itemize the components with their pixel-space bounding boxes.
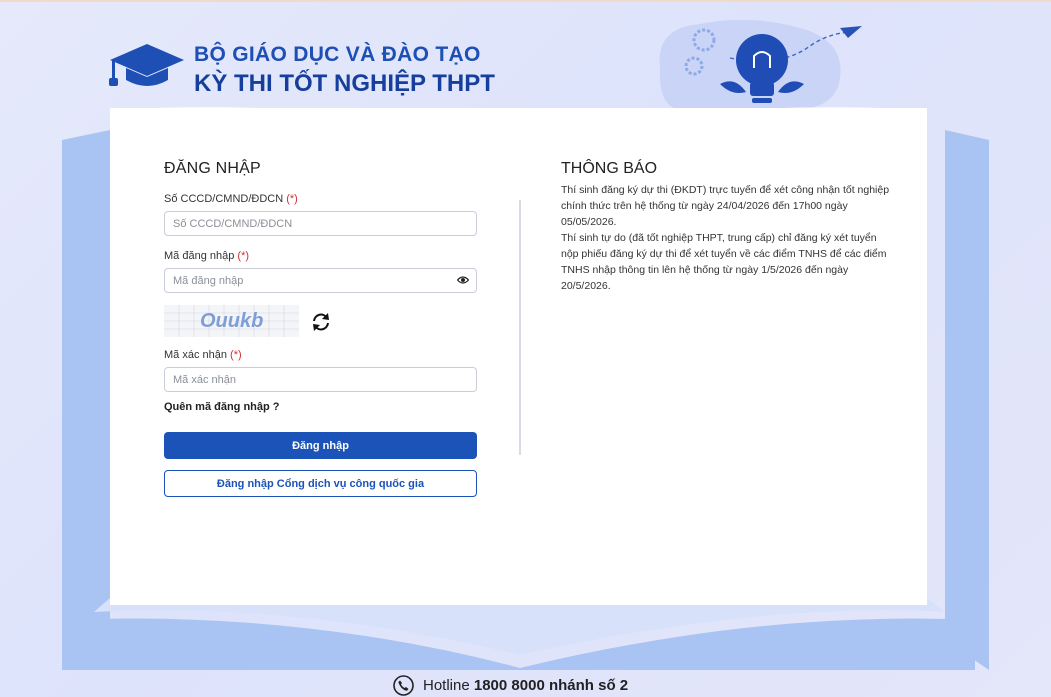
phone-icon: [393, 675, 414, 696]
captcha-code-required-mark: (*): [230, 349, 242, 361]
captcha-code-label: Mã xác nhận (*): [164, 349, 242, 361]
notice-paragraph: Thí sinh đăng ký dự thi (ĐKDT) trực tuyế…: [561, 184, 890, 228]
id-label-text: Số CCCD/CMND/ĐDCN: [164, 193, 284, 205]
hotline-text: Hotline 1800 8000 nhánh số 2: [423, 677, 628, 694]
id-label: Số CCCD/CMND/ĐDCN (*): [164, 193, 298, 205]
password-field: [164, 268, 477, 293]
notice-title: THÔNG BÁO: [561, 160, 658, 177]
captcha-text: Ouukb: [200, 310, 263, 332]
id-number-input[interactable]: [164, 211, 477, 236]
notice-paragraph: Thí sinh tự do (đã tốt nghiệp THPT, trun…: [561, 232, 887, 292]
id-required-mark: (*): [286, 193, 298, 205]
show-password-icon[interactable]: [457, 275, 469, 285]
login-button[interactable]: Đăng nhập: [164, 432, 477, 459]
hotline-number: 1800 8000 nhánh số 2: [473, 677, 629, 694]
password-label: Mã đăng nhập (*): [164, 250, 249, 262]
captcha-image: Ouukb: [164, 305, 299, 337]
page-divider: [519, 200, 521, 455]
password-input[interactable]: [164, 268, 477, 293]
captcha-code-input[interactable]: [164, 367, 477, 392]
forgot-password-link[interactable]: Quên mã đăng nhập ?: [164, 401, 280, 413]
password-required-mark: (*): [237, 250, 250, 262]
national-portal-login-button[interactable]: Đăng nhập Cổng dịch vụ công quốc gia: [164, 470, 477, 497]
login-title: ĐĂNG NHẬP: [164, 160, 261, 177]
login-form: ĐĂNG NHẬP Số CCCD/CMND/ĐDCN (*) Mã đăng …: [164, 160, 477, 497]
hotline-label: Hotline: [423, 677, 470, 694]
password-label-text: Mã đăng nhập: [164, 250, 235, 262]
refresh-captcha-icon[interactable]: [310, 311, 332, 333]
captcha-code-label-text: Mã xác nhận: [164, 349, 227, 361]
notice-panel: THÔNG BÁO Thí sinh đăng ký dự thi (ĐKDT)…: [561, 160, 891, 294]
